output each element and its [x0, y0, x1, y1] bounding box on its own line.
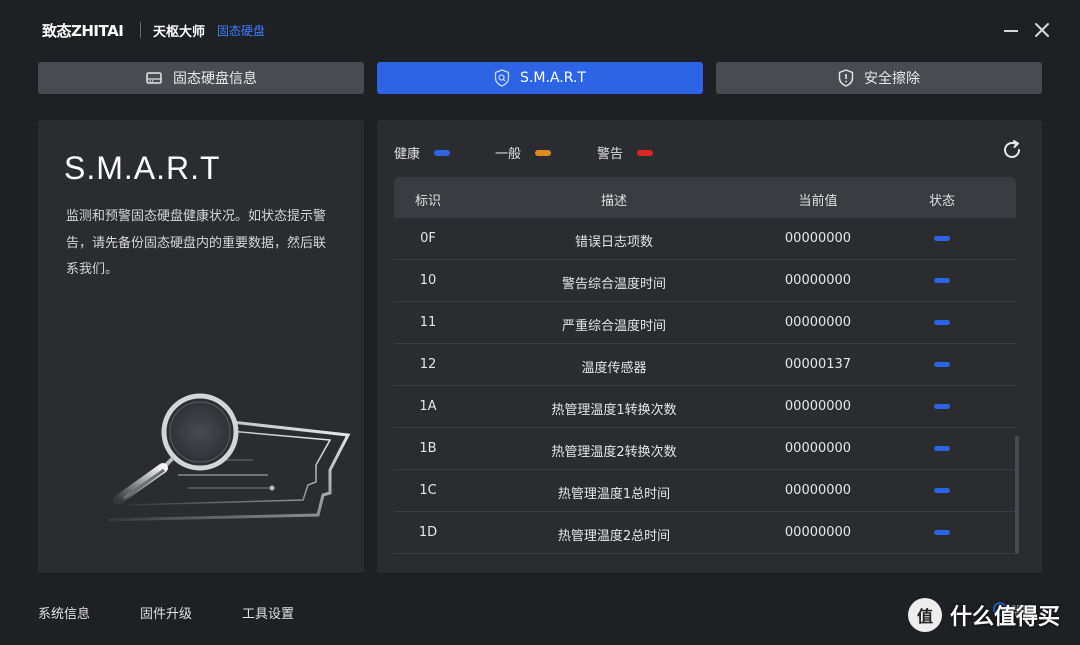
refresh-icon[interactable]	[1001, 139, 1023, 161]
status-indicator	[934, 320, 950, 325]
legend-swatch	[434, 149, 451, 156]
cell-id: 11	[419, 315, 437, 330]
cell-value: 00000000	[784, 231, 852, 246]
tab-label: 安全擦除	[864, 71, 920, 87]
cell-description: 热管理温度2转换次数	[551, 445, 677, 460]
cell-value: 00000000	[784, 525, 852, 540]
cell-id: 12	[419, 357, 437, 372]
table-row: 0F 错误日志项数 00000000	[394, 218, 1016, 260]
app-name: 天枢大师	[153, 25, 206, 40]
title-bar: 致态ZHITAI 天枢大师 固态硬盘	[0, 0, 1080, 60]
table-row: 1A 热管理温度1转换次数 00000000	[394, 386, 1016, 428]
tab-ssd-info[interactable]: 固态硬盘信息	[38, 62, 364, 94]
panel-title: S.M.A.R.T	[64, 150, 221, 186]
cell-description: 热管理温度2总时间	[557, 529, 671, 544]
tab-smart[interactable]: S.M.A.R.T	[377, 62, 703, 94]
cell-id: 1D	[418, 525, 438, 540]
header-current-value: 当前值	[798, 194, 838, 209]
firmware-upgrade-link[interactable]: 固件升级	[140, 603, 192, 622]
shield-icon	[494, 69, 510, 87]
magnifier-ssd-illustration	[68, 380, 358, 534]
cell-value: 00000000	[784, 441, 852, 456]
status-indicator	[934, 236, 950, 241]
watermark: 值 什么值得买	[908, 598, 1060, 632]
tool-settings-link[interactable]: 工具设置	[242, 603, 294, 622]
header-status: 状态	[928, 194, 955, 209]
table-row: 10 警告综合温度时间 00000000	[394, 260, 1016, 302]
smart-table-panel: 健康 一般 警告 标识 描述 当前值 状态 0F 错误日志项数 00000000…	[377, 120, 1042, 573]
legend-healthy: 健康	[394, 143, 451, 162]
table-row: 1C 热管理温度1总时间 00000000	[394, 470, 1016, 512]
cell-value: 00000000	[784, 273, 852, 288]
header-id: 标识	[414, 194, 441, 209]
system-info-link[interactable]: 系统信息	[38, 603, 90, 622]
cell-id: 10	[419, 273, 437, 288]
legend-label: 健康	[394, 147, 421, 162]
close-icon[interactable]	[1032, 20, 1052, 40]
panel-description: 监测和预警固态硬盘健康状况。如状态提示警告，请先备份固态硬盘内的重要数据，然后联…	[66, 209, 327, 277]
legend-label: 一般	[495, 147, 522, 162]
smart-table: 标识 描述 当前值 状态 0F 错误日志项数 00000000 10 警告综合温…	[394, 177, 1016, 557]
cell-description: 错误日志项数	[574, 235, 653, 250]
brand-logo: 致态ZHITAI	[42, 22, 124, 40]
legend-warning: 警告	[597, 143, 654, 162]
cell-description: 热管理温度1转换次数	[551, 403, 677, 418]
legend-swatch	[637, 149, 654, 156]
status-indicator	[934, 404, 950, 409]
app-subtitle: 固态硬盘	[217, 24, 266, 38]
tab-label: S.M.A.R.T	[520, 70, 586, 86]
status-indicator	[934, 278, 950, 283]
tab-secure-erase[interactable]: 安全擦除	[716, 62, 1042, 94]
table-header: 标识 描述 当前值 状态	[394, 177, 1016, 218]
cell-id: 1A	[419, 399, 437, 414]
cell-description: 警告综合温度时间	[561, 277, 666, 292]
title-divider	[140, 22, 141, 38]
cell-id: 0F	[420, 231, 436, 246]
smart-info-panel: S.M.A.R.T 监测和预警固态硬盘健康状况。如状态提示警告，请先备份固态硬盘…	[38, 120, 364, 573]
status-indicator	[934, 446, 950, 451]
cell-id: 1B	[419, 441, 437, 456]
table-row: 1B 热管理温度2转换次数 00000000	[394, 428, 1016, 470]
status-indicator	[934, 530, 950, 535]
table-row: 1D 热管理温度2总时间 00000000	[394, 512, 1016, 554]
cell-value: 00000000	[784, 483, 852, 498]
shield-alert-icon	[838, 69, 854, 87]
watermark-logo: 值	[908, 598, 942, 632]
status-indicator	[934, 362, 950, 367]
ssd-drive-icon	[145, 70, 163, 86]
tab-label: 固态硬盘信息	[173, 71, 257, 87]
cell-value: 00000000	[784, 315, 852, 330]
cell-id: 1C	[419, 483, 437, 498]
watermark-text: 什么值得买	[950, 605, 1061, 630]
table-row: 12 温度传感器 00000137	[394, 344, 1016, 386]
minimize-icon[interactable]	[1002, 20, 1022, 40]
legend-normal: 一般	[495, 143, 552, 162]
legend-swatch	[535, 149, 552, 156]
cell-description: 严重综合温度时间	[561, 319, 666, 334]
scrollbar-thumb[interactable]	[1015, 436, 1019, 554]
cell-description: 温度传感器	[581, 361, 647, 376]
cell-value: 00000137	[784, 357, 852, 372]
cell-description: 热管理温度1总时间	[557, 487, 671, 502]
legend-label: 警告	[597, 147, 624, 162]
header-description: 描述	[600, 194, 627, 209]
cell-value: 00000000	[784, 399, 852, 414]
status-indicator	[934, 488, 950, 493]
table-row: 11 严重综合温度时间 00000000	[394, 302, 1016, 344]
